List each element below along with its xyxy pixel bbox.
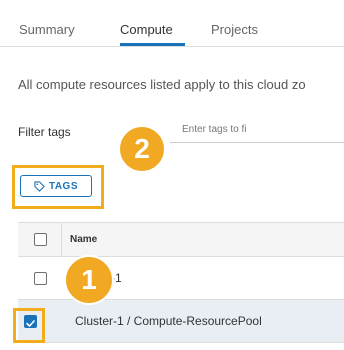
tab-bar: Summary Compute Projects (0, 0, 344, 47)
tag-icon (34, 180, 45, 192)
callout-step-2: 2 (118, 125, 166, 173)
column-header-name[interactable]: Name (70, 234, 97, 245)
filter-tags-input[interactable] (170, 116, 344, 143)
tags-button[interactable]: TAGS (20, 175, 92, 197)
tab-projects[interactable]: Projects (211, 22, 258, 38)
active-tab-indicator (120, 43, 185, 46)
grid-header: Name (18, 222, 344, 257)
filter-tags-label: Filter tags (18, 125, 71, 139)
callout-step-1: 1 (64, 255, 114, 305)
tab-summary[interactable]: Summary (19, 22, 75, 38)
tags-button-label: TAGS (48, 180, 79, 192)
select-all-checkbox[interactable] (34, 233, 47, 246)
page: Summary Compute Projects All compute res… (0, 0, 344, 350)
table-row-selected[interactable]: Cluster-1 / Compute-ResourcePool (18, 300, 344, 343)
filter-input-container (170, 114, 344, 146)
description-text: All compute resources listed apply to th… (18, 77, 306, 92)
tab-compute[interactable]: Compute (120, 22, 173, 38)
checkbox-highlight (13, 308, 45, 343)
row-checkbox[interactable] (34, 272, 47, 285)
column-divider (61, 223, 62, 256)
row-name: Cluster-1 / Compute-ResourcePool (75, 314, 262, 328)
